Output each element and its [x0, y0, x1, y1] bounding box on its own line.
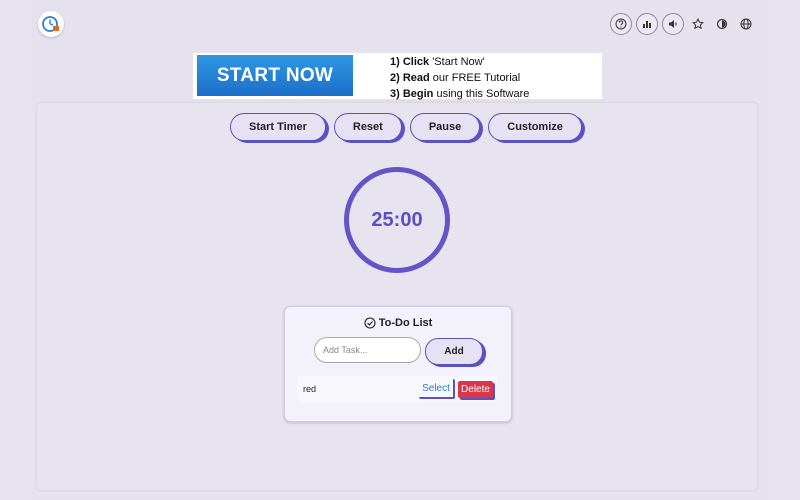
- step1-bold: 1) Click: [390, 56, 430, 68]
- step3-bold: 3) Begin: [390, 88, 434, 100]
- pause-button[interactable]: Pause: [409, 113, 481, 141]
- add-task-input[interactable]: [314, 337, 421, 363]
- todo-header: To-Do List: [285, 317, 511, 329]
- timer-controls: Start Timer Reset Pause Customize: [230, 113, 582, 141]
- timer-display: 25:00: [344, 167, 450, 273]
- top-toolbar: [610, 13, 756, 35]
- stats-icon[interactable]: [636, 13, 658, 35]
- clock-icon: [42, 16, 59, 32]
- customize-button[interactable]: Customize: [488, 113, 582, 141]
- delete-task-button[interactable]: Delete: [458, 380, 493, 398]
- add-task-button[interactable]: Add: [425, 338, 483, 365]
- main-panel: [37, 103, 757, 490]
- star-icon[interactable]: [688, 14, 708, 34]
- task-text: red: [303, 384, 317, 394]
- banner-steps: 1) Click 'Start Now' 2) Read our FREE Tu…: [390, 54, 529, 102]
- step2-bold: 2) Read: [390, 72, 430, 84]
- brightness-icon[interactable]: [712, 14, 732, 34]
- todo-title: To-Do List: [378, 317, 433, 329]
- step3-text: using this Software: [433, 88, 530, 100]
- task-item: red Select Delete: [297, 376, 497, 402]
- start-now-banner-button[interactable]: START NOW: [197, 55, 353, 96]
- help-icon[interactable]: [610, 13, 632, 35]
- select-task-button[interactable]: Select: [419, 379, 455, 399]
- step2-text: our FREE Tutorial: [429, 72, 521, 84]
- globe-icon[interactable]: [736, 14, 756, 34]
- reset-button[interactable]: Reset: [333, 113, 402, 141]
- ad-banner[interactable]: START NOW 1) Click 'Start Now' 2) Read o…: [193, 53, 602, 102]
- app-logo[interactable]: [38, 11, 64, 37]
- todo-card: To-Do List Add red Select Delete: [284, 306, 512, 422]
- start-timer-button[interactable]: Start Timer: [230, 113, 326, 141]
- step1-text: 'Start Now': [429, 56, 485, 68]
- check-circle-icon: [364, 317, 376, 329]
- volume-icon[interactable]: [662, 13, 684, 35]
